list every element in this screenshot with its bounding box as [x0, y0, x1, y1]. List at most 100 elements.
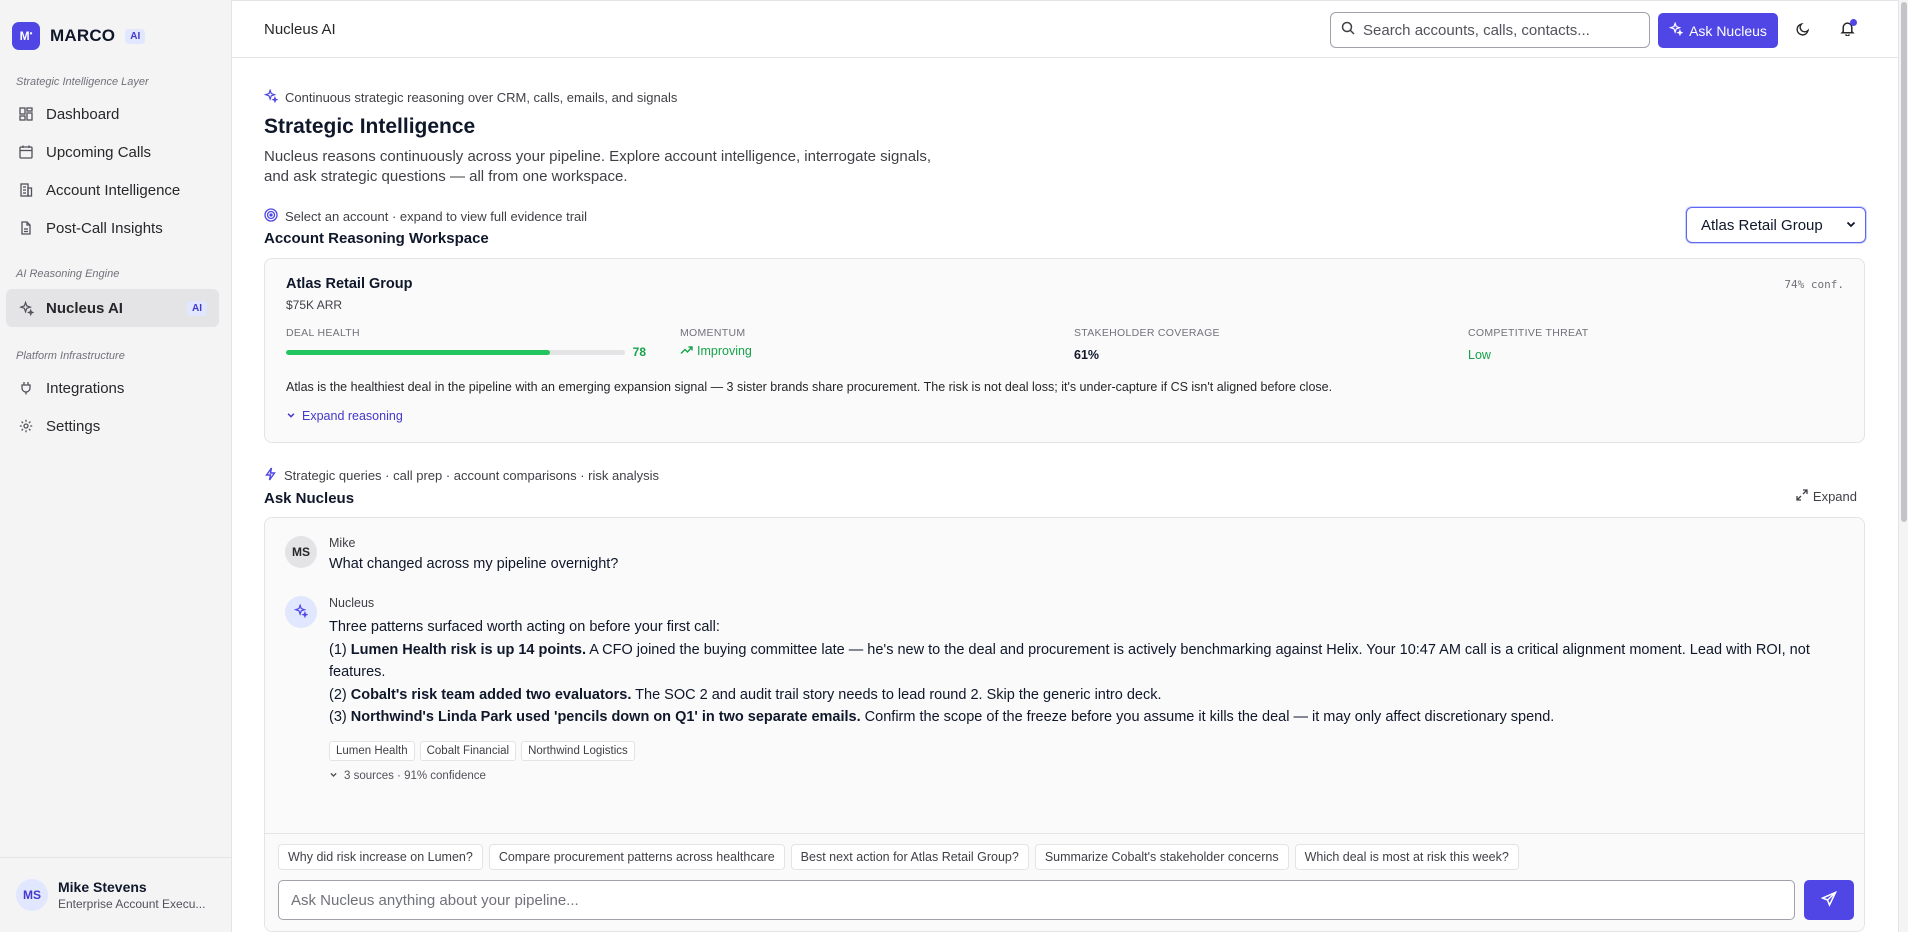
- confidence-label: 74% conf.: [1784, 278, 1844, 291]
- sparkle-icon: [1668, 21, 1684, 39]
- chat-panel: MS Mike What changed across my pipeline …: [264, 517, 1865, 932]
- expand-chat-button[interactable]: Expand: [1796, 489, 1857, 504]
- building-icon: [18, 182, 34, 198]
- deal-health-bar: [286, 349, 625, 355]
- section-label-platform: Platform Infrastructure: [16, 350, 125, 362]
- user-message: MS Mike What changed across my pipeline …: [285, 536, 618, 572]
- brand[interactable]: M • MARCO AI: [12, 22, 146, 50]
- section-description: Nucleus reasons continuously across your…: [264, 148, 932, 185]
- page-title: Nucleus AI: [264, 21, 336, 38]
- chat-input[interactable]: Ask Nucleus anything about your pipeline…: [278, 880, 1795, 920]
- search-input[interactable]: Search accounts, calls, contacts...: [1330, 12, 1650, 48]
- threat-value: Low: [1468, 348, 1491, 362]
- chat-input-placeholder: Ask Nucleus anything about your pipeline…: [291, 891, 579, 909]
- trending-up-icon: [680, 344, 693, 358]
- sidebar-item-dashboard[interactable]: Dashboard: [6, 96, 219, 132]
- sidebar-item-integrations[interactable]: Integrations: [6, 370, 219, 406]
- message-point-2: (2) Cobalt's risk team added two evaluat…: [329, 686, 1162, 703]
- message-author: Mike: [329, 536, 356, 550]
- header-eyebrow: Continuous strategic reasoning over CRM,…: [263, 88, 964, 106]
- scrollbar[interactable]: [1898, 0, 1908, 932]
- target-icon: [264, 208, 278, 225]
- ask-title: Ask Nucleus: [264, 490, 355, 507]
- sparkle-icon: [18, 300, 34, 316]
- coverage-value: 61%: [1074, 348, 1100, 362]
- ask-nucleus-button[interactable]: Ask Nucleus: [1658, 13, 1778, 48]
- chevron-down-icon: [329, 770, 338, 782]
- message-point-3: (3) Northwind's Linda Park used 'pencils…: [329, 709, 1555, 725]
- chevron-down-icon: [286, 409, 296, 423]
- expand-reasoning-button[interactable]: Expand reasoning: [286, 409, 403, 423]
- sidebar-item-account-intelligence[interactable]: Account Intelligence: [6, 172, 219, 208]
- sidebar-item-label: Settings: [46, 417, 101, 435]
- moon-icon: [1796, 22, 1810, 39]
- deal-health-label: DEAL HEALTH: [286, 327, 360, 339]
- search-placeholder: Search accounts, calls, contacts...: [1363, 21, 1590, 39]
- suggestion-chip[interactable]: Best next action for Atlas Retail Group?: [790, 844, 1029, 870]
- sidebar-item-nucleus-ai[interactable]: Nucleus AI AI: [6, 289, 219, 327]
- avatar: MS: [285, 536, 317, 568]
- chevron-down-icon: [1845, 217, 1857, 234]
- lightning-icon: [264, 467, 277, 484]
- deal-health-value: 78: [632, 345, 646, 359]
- suggestion-chip[interactable]: Why did risk increase on Lumen?: [278, 844, 483, 870]
- section-label-reasoning: AI Reasoning Engine: [16, 268, 120, 280]
- ask-eyebrow: Strategic queries · call prep · account …: [264, 467, 659, 484]
- message-text: What changed across my pipeline overnigh…: [329, 556, 619, 572]
- notification-dot: [1850, 19, 1857, 26]
- user-name: Mike Stevens: [58, 879, 147, 895]
- suggestion-chip[interactable]: Compare procurement patterns across heal…: [488, 844, 785, 870]
- deal-health-fill: [286, 349, 551, 355]
- message-text: Three patterns surfaced worth acting on …: [329, 616, 1830, 729]
- momentum-value: Improving: [697, 344, 752, 358]
- avatar: MS: [16, 879, 48, 911]
- brand-name: MARCO: [50, 26, 116, 45]
- dark-mode-toggle[interactable]: [1792, 19, 1814, 41]
- sidebar-item-label: Upcoming Calls: [46, 143, 152, 161]
- section-title: Strategic Intelligence: [264, 115, 476, 138]
- sources-toggle[interactable]: 3 sources · 91% confidence: [329, 770, 1830, 782]
- sparkle-icon: [263, 88, 279, 106]
- sidebar-item-post-call-insights[interactable]: Post-Call Insights: [6, 210, 219, 246]
- suggestion-chip[interactable]: Summarize Cobalt's stakeholder concerns: [1034, 844, 1289, 870]
- account-arr: $75K ARR: [286, 298, 343, 312]
- sidebar-item-label: Integrations: [46, 379, 125, 397]
- sidebar-item-upcoming-calls[interactable]: Upcoming Calls: [6, 134, 219, 170]
- assistant-message: Nucleus Three patterns surfaced worth ac…: [285, 596, 1830, 782]
- account-summary: Atlas is the healthiest deal in the pipe…: [286, 380, 1333, 394]
- ai-badge: AI: [187, 300, 207, 316]
- momentum-label: MOMENTUM: [680, 327, 746, 339]
- account-chip[interactable]: Lumen Health: [329, 740, 415, 761]
- topbar: Nucleus AI Search accounts, calls, conta…: [232, 0, 1898, 58]
- ask-eyebrow-text: Strategic queries · call prep · account …: [284, 468, 659, 483]
- header-eyebrow-text: Continuous strategic reasoning over CRM,…: [285, 90, 678, 105]
- account-name: Atlas Retail Group: [286, 276, 413, 292]
- workspace-title: Account Reasoning Workspace: [264, 230, 489, 247]
- scrollbar-thumb[interactable]: [1901, 2, 1907, 522]
- document-icon: [18, 220, 34, 236]
- sidebar-item-label: Nucleus AI: [46, 299, 123, 317]
- sources-label: 3 sources · 91% confidence: [344, 769, 486, 782]
- notifications-button[interactable]: [1836, 19, 1858, 41]
- account-chip[interactable]: Northwind Logistics: [521, 740, 635, 761]
- message-author: Nucleus: [329, 596, 375, 610]
- sparkle-icon: [293, 602, 309, 621]
- send-button[interactable]: [1804, 880, 1854, 920]
- send-icon: [1820, 890, 1838, 910]
- gear-icon: [18, 418, 34, 434]
- composer: Why did risk increase on Lumen? Compare p…: [265, 833, 1864, 931]
- user-profile[interactable]: MS Mike Stevens Enterprise Account Execu…: [0, 857, 231, 932]
- message-intro: Three patterns surfaced worth acting on …: [329, 619, 720, 635]
- suggestion-list: Why did risk increase on Lumen? Compare p…: [278, 844, 1525, 870]
- account-chip[interactable]: Cobalt Financial: [419, 740, 517, 761]
- user-role: Enterprise Account Execu...: [58, 897, 206, 911]
- brand-badge: AI: [125, 28, 146, 44]
- suggestion-chip[interactable]: Which deal is most at risk this week?: [1294, 844, 1519, 870]
- account-select-value: Atlas Retail Group: [1701, 216, 1823, 234]
- account-select[interactable]: Atlas Retail Group: [1686, 207, 1866, 243]
- sidebar-item-settings[interactable]: Settings: [6, 408, 219, 444]
- plug-icon: [18, 380, 34, 396]
- search-icon: [1341, 21, 1355, 39]
- sidebar-item-label: Post-Call Insights: [46, 219, 163, 237]
- expand-reasoning-label: Expand reasoning: [302, 409, 403, 423]
